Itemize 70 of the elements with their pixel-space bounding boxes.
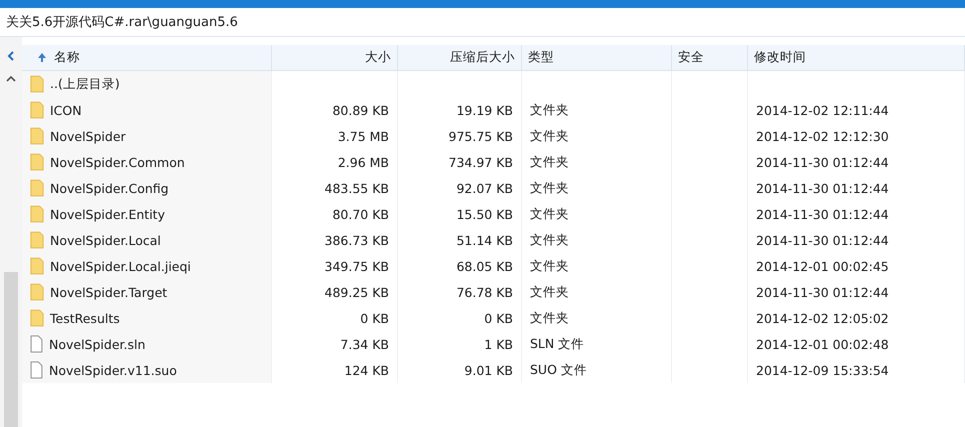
- table-cell: 0 KB: [484, 310, 513, 326]
- folder-icon: [30, 257, 44, 275]
- table-cell: 文件夹: [530, 154, 569, 170]
- table-cell: 文件夹: [530, 128, 569, 144]
- table-cell: 2014-12-02 12:12:30: [756, 128, 889, 144]
- column-header[interactable]: 安全: [672, 45, 748, 71]
- table-cell: 19.19 KB: [456, 102, 513, 118]
- folder-icon: [30, 153, 44, 171]
- table-cell: 489.25 KB: [324, 284, 389, 300]
- table-cell: 76.78 KB: [456, 284, 513, 300]
- folder-icon: [30, 283, 44, 301]
- table-cell: 15.50 KB: [456, 206, 513, 222]
- column-header[interactable]: 类型: [522, 45, 672, 71]
- table-cell: 483.55 KB: [324, 180, 389, 196]
- table-cell: 文件夹: [530, 206, 569, 222]
- table-cell: 124 KB: [344, 362, 389, 378]
- table-cell: 文件夹: [530, 180, 569, 196]
- table-cell: 文件夹: [530, 102, 569, 118]
- file-name[interactable]: TestResults: [50, 310, 120, 326]
- table-cell: 文件夹: [530, 284, 569, 300]
- folder-icon: [30, 205, 44, 223]
- folder-icon: [30, 101, 44, 119]
- column-header[interactable]: 修改时间: [748, 45, 965, 71]
- sort-arrow-icon: [38, 53, 46, 62]
- file-icon: [30, 361, 43, 379]
- up-chevron-icon[interactable]: [6, 75, 16, 82]
- file-name[interactable]: ..(上层目录): [50, 76, 120, 92]
- table-cell: 2014-11-30 01:12:44: [756, 284, 889, 300]
- folder-icon: [30, 75, 44, 93]
- table-cell: 975.75 KB: [448, 128, 513, 144]
- file-icon: [30, 335, 43, 353]
- table-cell: 92.07 KB: [456, 180, 513, 196]
- file-name[interactable]: ICON: [50, 102, 82, 118]
- table-cell: 文件夹: [530, 310, 569, 326]
- table-cell: 2.96 MB: [338, 154, 389, 170]
- table-cell: 80.70 KB: [332, 206, 389, 222]
- table-cell: 1 KB: [484, 336, 513, 352]
- table-cell: 349.75 KB: [324, 258, 389, 274]
- table-cell: SUO 文件: [530, 362, 587, 378]
- folder-icon: [30, 309, 44, 327]
- table-cell: 386.73 KB: [324, 232, 389, 248]
- column-header[interactable]: 名称: [22, 45, 272, 71]
- folder-icon: [30, 179, 44, 197]
- table-cell: 2014-11-30 01:12:44: [756, 206, 889, 222]
- scrollbar[interactable]: [4, 272, 18, 427]
- table-cell: SLN 文件: [530, 336, 584, 352]
- table-cell: 2014-12-09 15:33:54: [756, 362, 889, 378]
- table-cell: 2014-11-30 01:12:44: [756, 180, 889, 196]
- column-header[interactable]: 大小: [272, 45, 398, 71]
- table-cell: 2014-12-02 12:11:44: [756, 102, 889, 118]
- table-cell: 2014-12-01 00:02:45: [756, 258, 889, 274]
- table-cell: 2014-11-30 01:12:44: [756, 232, 889, 248]
- table-cell: 80.89 KB: [332, 102, 389, 118]
- table-cell: 68.05 KB: [456, 258, 513, 274]
- folder-icon: [30, 231, 44, 249]
- table-cell: 734.97 KB: [448, 154, 513, 170]
- table-cell: 9.01 KB: [464, 362, 513, 378]
- table-cell: 0 KB: [360, 310, 389, 326]
- table-cell: 7.34 KB: [340, 336, 389, 352]
- table-cell: 文件夹: [530, 232, 569, 248]
- table-cell: 2014-12-01 00:02:48: [756, 336, 889, 352]
- table-cell: 2014-12-02 12:05:02: [756, 310, 889, 326]
- table-cell: 51.14 KB: [456, 232, 513, 248]
- table-cell: 3.75 MB: [338, 128, 389, 144]
- table-cell: 文件夹: [530, 258, 569, 274]
- folder-icon: [30, 127, 44, 145]
- table-cell: 2014-11-30 01:12:44: [756, 154, 889, 170]
- file-name[interactable]: NovelSpider: [50, 128, 126, 144]
- back-chevron-icon[interactable]: [7, 51, 15, 61]
- column-header[interactable]: 压缩后大小: [398, 45, 522, 71]
